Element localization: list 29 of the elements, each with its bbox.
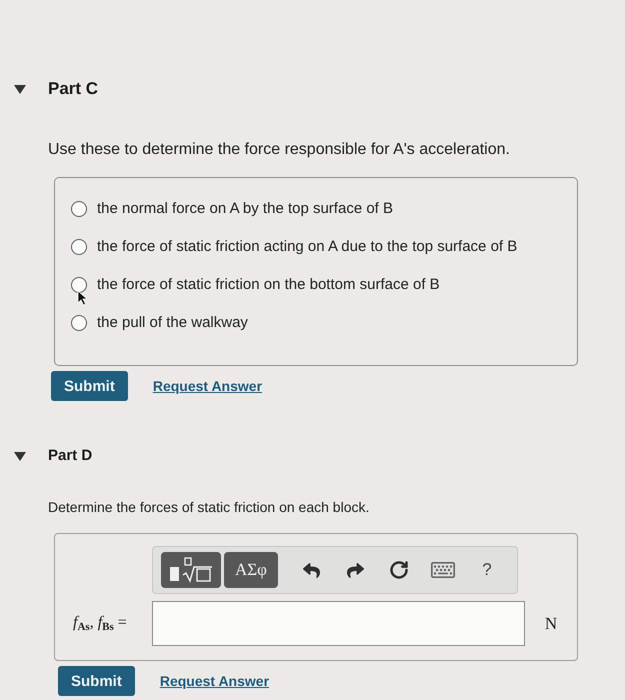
request-answer-link[interactable]: Request Answer	[160, 673, 270, 689]
caret-icon[interactable]	[14, 450, 26, 462]
reset-icon[interactable]	[389, 560, 409, 580]
redo-icon[interactable]	[346, 562, 364, 578]
radio-button[interactable]	[71, 200, 87, 216]
templates-button[interactable]	[161, 552, 221, 588]
mouse-pointer-icon	[77, 290, 88, 306]
radio-button[interactable]	[71, 238, 87, 254]
radio-button[interactable]	[71, 276, 87, 292]
option-label[interactable]: the normal force on A by the top surface of B	[97, 198, 394, 219]
answer-field[interactable]	[152, 601, 525, 646]
help-button[interactable]: ?	[472, 560, 502, 580]
question-text: Determine the forces of static friction on each block.	[48, 498, 370, 517]
part-title[interactable]: Part D	[48, 445, 92, 467]
option-label[interactable]: the force of static friction on the bottom surface of B	[97, 274, 440, 295]
undo-icon[interactable]	[302, 562, 320, 578]
request-answer-link[interactable]: Request Answer	[152, 378, 262, 394]
question-text: Use these to determine the force responsible for A's acceleration.	[48, 140, 510, 160]
symbols-button[interactable]: ΑΣφ	[224, 552, 278, 588]
radio-button[interactable]	[71, 314, 87, 330]
option-label[interactable]: the pull of the walkway	[97, 312, 248, 333]
caret-icon[interactable]	[14, 83, 26, 95]
submit-button[interactable]: Submit	[58, 666, 135, 696]
square-root-template-icon	[169, 557, 213, 583]
option-label[interactable]: the force of static friction acting on A due to the top surface of B	[97, 236, 518, 257]
submit-button[interactable]: Submit	[51, 371, 128, 401]
part-title[interactable]: Part C	[48, 78, 98, 100]
unit-label: N	[544, 614, 558, 634]
answer-label: f$_{As}$, f$_{Bs}$ =	[73, 614, 127, 633]
